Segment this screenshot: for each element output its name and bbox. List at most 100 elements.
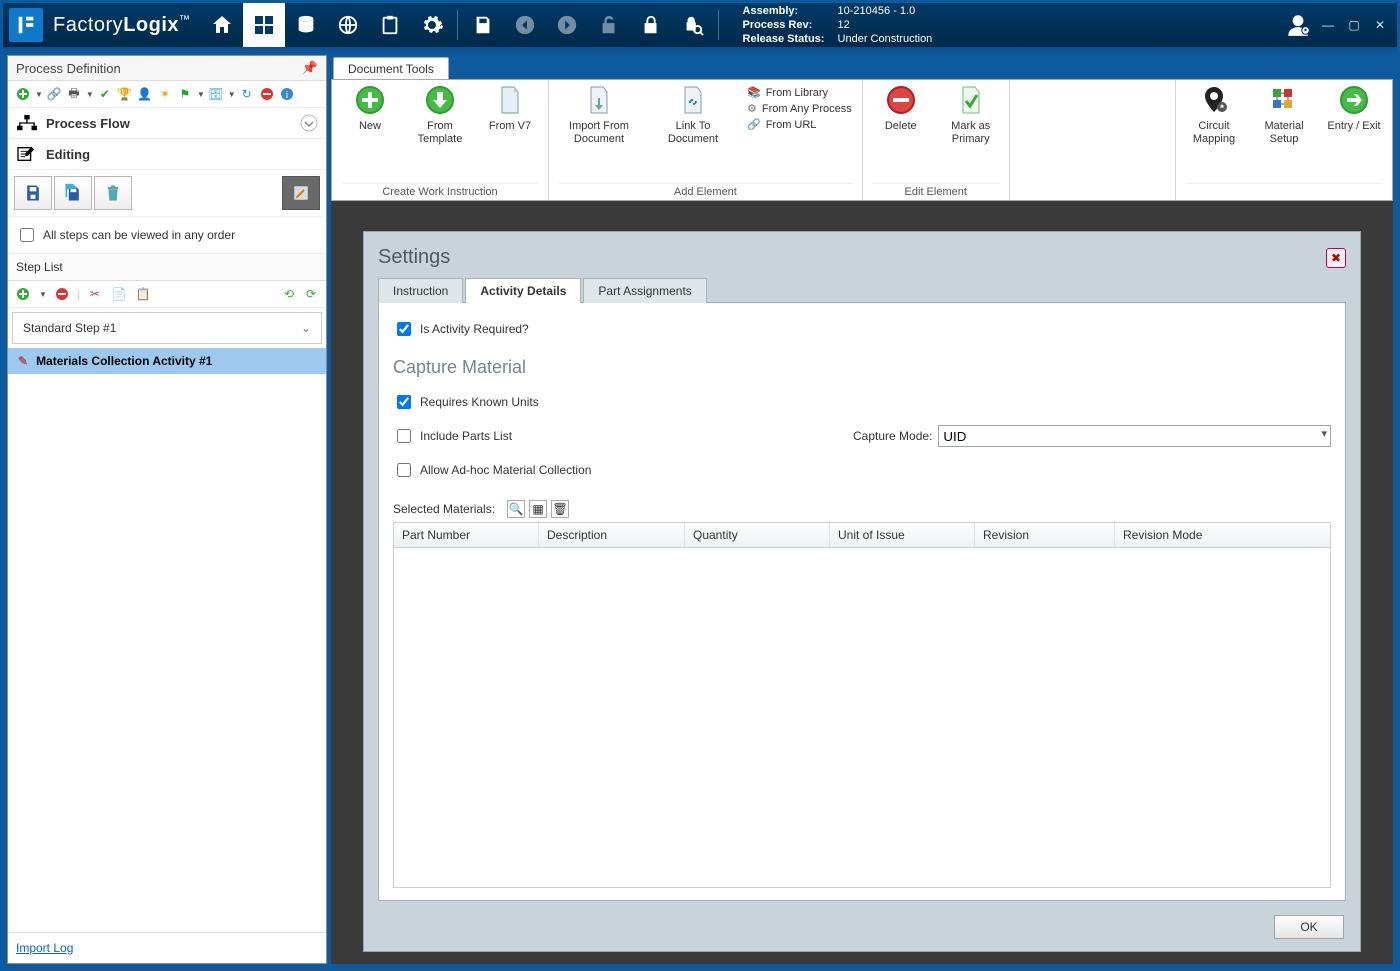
globe-icon[interactable] <box>327 3 369 47</box>
approve-icon[interactable]: ✔ <box>96 85 114 103</box>
unlock-icon[interactable] <box>588 3 630 47</box>
requires-known-units-checkbox[interactable] <box>397 395 411 409</box>
minus-icon[interactable] <box>258 85 276 103</box>
col-unit-of-issue[interactable]: Unit of Issue <box>830 523 975 547</box>
material-search-icon[interactable]: 🔍 <box>507 500 525 518</box>
ribbon-from-template[interactable]: From Template <box>412 84 468 146</box>
flag-icon[interactable]: ⚑ <box>176 85 194 103</box>
save-doc-button[interactable] <box>14 176 52 210</box>
settings-gear-icon[interactable] <box>411 3 453 47</box>
material-remove-icon[interactable]: 🗑 <box>551 500 569 518</box>
db-icon[interactable]: 🗄 <box>207 85 225 103</box>
refresh-icon[interactable]: ↻ <box>238 85 256 103</box>
ribbon-delete[interactable]: Delete <box>873 84 929 133</box>
grid-module-icon[interactable] <box>243 3 285 47</box>
ribbon-from-url[interactable]: 🔗From URL <box>747 118 852 131</box>
star-gear-icon[interactable]: ✶ <box>156 85 174 103</box>
process-flow-label: Process Flow <box>46 116 130 131</box>
ribbon-from-library[interactable]: 📚From Library <box>747 86 852 99</box>
settings-title: Settings <box>378 246 450 269</box>
edit-pencil-button[interactable] <box>282 176 320 210</box>
assembly-info: Assembly:10-210456 - 1.0 Process Rev:12 … <box>743 4 933 46</box>
print-icon[interactable]: 🖶 <box>65 85 83 103</box>
ribbon-tab-document-tools[interactable]: Document Tools <box>333 57 449 79</box>
ribbon-from-any-process[interactable]: ⚙From Any Process <box>747 102 852 115</box>
forward-icon[interactable] <box>546 3 588 47</box>
save-icon[interactable] <box>462 3 504 47</box>
ribbon-circuit-mapping[interactable]: Circuit Mapping <box>1186 84 1242 146</box>
close-button[interactable]: ✕ <box>1369 14 1391 36</box>
tab-part-assignments[interactable]: Part Assignments <box>583 278 706 303</box>
cut-icon[interactable]: ✂ <box>86 285 104 303</box>
database-icon[interactable] <box>285 3 327 47</box>
import-doc-icon <box>583 84 615 116</box>
ribbon-mark-primary[interactable]: Mark as Primary <box>943 84 999 146</box>
requires-known-units-label: Requires Known Units <box>420 395 539 409</box>
process-icon: ⚙ <box>747 102 757 115</box>
is-activity-required-checkbox[interactable] <box>397 322 411 336</box>
ribbon-import-from-doc[interactable]: Import From Document <box>559 84 639 146</box>
ribbon-material-setup[interactable]: Material Setup <box>1256 84 1312 146</box>
ribbon-from-v7[interactable]: From V7 <box>482 84 538 133</box>
entry-exit-icon <box>1338 84 1370 116</box>
copy-icon[interactable]: 📄 <box>110 285 128 303</box>
lock-x-icon[interactable] <box>630 3 672 47</box>
sidepanel-header: Process Definition 📌 <box>8 56 326 81</box>
maximize-button[interactable]: ▢ <box>1343 14 1365 36</box>
home-icon[interactable] <box>201 3 243 47</box>
user-profile-icon[interactable] <box>1283 10 1313 40</box>
is-activity-required-label: Is Activity Required? <box>420 322 529 336</box>
process-flow-section[interactable]: Process Flow <box>8 108 326 139</box>
sidepanel-title: Process Definition <box>16 61 121 76</box>
minimize-button[interactable]: — <box>1317 14 1339 36</box>
collapse-icon[interactable] <box>300 114 318 132</box>
step-remove-icon[interactable] <box>53 285 71 303</box>
process-definition-panel: Process Definition 📌 ▼ 🔗 🖶▼ ✔ 🏆 👤 ✶ ⚑▼ 🗄… <box>7 55 327 964</box>
allow-adhoc-checkbox[interactable] <box>397 463 411 477</box>
info-icon[interactable]: i <box>278 85 296 103</box>
reload-fwd-icon[interactable]: ⟳ <box>302 285 320 303</box>
all-steps-checkbox[interactable] <box>20 228 34 242</box>
editing-icon <box>16 145 38 163</box>
save-copy-button[interactable] <box>54 176 92 210</box>
step-add-icon[interactable] <box>14 285 32 303</box>
trophy-icon[interactable]: 🏆 <box>116 85 134 103</box>
check-doc-icon <box>955 84 987 116</box>
tab-instruction[interactable]: Instruction <box>378 278 463 303</box>
brand-part1: Factory <box>53 14 123 36</box>
link-icon[interactable]: 🔗 <box>45 85 63 103</box>
activity-item[interactable]: ✎ Materials Collection Activity #1 <box>8 348 326 374</box>
settings-close-icon[interactable]: ✖ <box>1326 248 1346 268</box>
person-icon[interactable]: 👤 <box>136 85 154 103</box>
add-icon[interactable] <box>14 85 32 103</box>
col-part-number[interactable]: Part Number <box>394 523 539 547</box>
app-brand: FactoryLogix™ <box>53 14 191 37</box>
ribbon-new[interactable]: New <box>342 84 398 133</box>
editing-section[interactable]: Editing <box>8 139 326 170</box>
pin-icon[interactable]: 📌 <box>302 60 318 76</box>
ribbon-link-to-doc[interactable]: Link To Document <box>653 84 733 146</box>
step-item[interactable]: Standard Step #1 ⌄ <box>12 312 322 344</box>
delete-doc-button[interactable] <box>94 176 132 210</box>
col-quantity[interactable]: Quantity <box>685 523 830 547</box>
chevron-down-icon: ⌄ <box>301 321 311 335</box>
tab-activity-details[interactable]: Activity Details <box>465 278 581 303</box>
settings-panel: Settings ✖ Instruction Activity Details … <box>363 231 1361 952</box>
include-parts-list-checkbox[interactable] <box>397 429 411 443</box>
ribbon-group-create-label: Create Work Instruction <box>342 183 538 198</box>
ribbon-entry-exit[interactable]: Entry / Exit <box>1326 84 1382 133</box>
document-icon <box>494 84 526 116</box>
col-revision-mode[interactable]: Revision Mode <box>1115 523 1330 547</box>
ok-button[interactable]: OK <box>1274 915 1344 939</box>
material-grid-icon[interactable]: ▦ <box>529 500 547 518</box>
back-icon[interactable] <box>504 3 546 47</box>
col-revision[interactable]: Revision <box>975 523 1115 547</box>
clipboard-icon[interactable] <box>369 3 411 47</box>
search-lock-icon[interactable] <box>672 3 714 47</box>
col-description[interactable]: Description <box>539 523 685 547</box>
paste-icon[interactable]: 📋 <box>134 285 152 303</box>
capture-mode-select[interactable] <box>938 425 1331 447</box>
step-item-label: Standard Step #1 <box>23 321 116 335</box>
import-log-link[interactable]: Import Log <box>16 941 73 955</box>
reload-icon[interactable]: ⟲ <box>280 285 298 303</box>
